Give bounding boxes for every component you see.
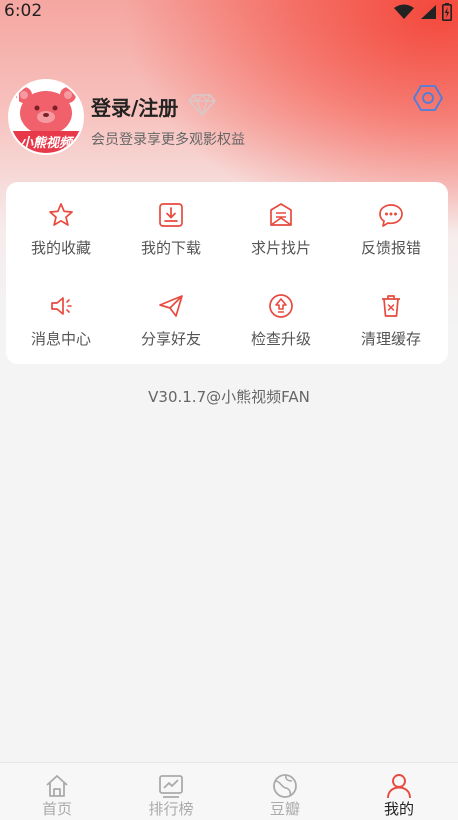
planet-icon bbox=[273, 774, 297, 798]
screen: 6:02 小熊视频 登录/注册 会员登录享更多观影权益 我的收藏 我的下载 求片… bbox=[0, 0, 458, 820]
user-icon bbox=[387, 774, 411, 799]
diamond-icon bbox=[188, 94, 216, 117]
version-text: V30.1.7@小熊视频FAN bbox=[148, 388, 310, 406]
bottom-nav: 首页 排行榜 豆瓣 我的 bbox=[0, 762, 458, 820]
avatar-logo-text: 小熊视频 bbox=[19, 136, 72, 151]
login-register-link[interactable]: 登录/注册 bbox=[91, 92, 178, 121]
nav-label: 排行榜 bbox=[148, 800, 194, 818]
avatar[interactable]: 小熊视频 bbox=[8, 79, 84, 155]
menu-item-favorites[interactable]: 我的收藏 bbox=[6, 202, 116, 282]
settings-icon[interactable] bbox=[413, 85, 443, 111]
menu-label: 我的收藏 bbox=[30, 239, 91, 257]
menu-label: 检查升级 bbox=[250, 330, 311, 348]
chart-icon bbox=[159, 775, 183, 798]
menu-item-share[interactable]: 分享好友 bbox=[116, 293, 226, 373]
share-icon bbox=[159, 295, 183, 317]
battery-icon bbox=[442, 3, 452, 21]
wifi-icon bbox=[394, 4, 414, 19]
menu-label: 分享好友 bbox=[140, 330, 201, 348]
status-time: 6:02 bbox=[4, 1, 43, 21]
nav-label: 豆瓣 bbox=[269, 800, 300, 818]
star-icon bbox=[49, 203, 73, 226]
menu-item-clear-cache[interactable]: 清理缓存 bbox=[336, 293, 446, 373]
request-icon bbox=[270, 203, 292, 226]
signal-icon bbox=[421, 5, 436, 19]
speaker-icon bbox=[51, 297, 72, 315]
home-icon bbox=[46, 775, 68, 797]
nav-item-douban[interactable]: 豆瓣 bbox=[228, 763, 342, 820]
status-bar: 6:02 bbox=[0, 0, 458, 24]
download-icon bbox=[159, 203, 183, 227]
trash-icon bbox=[382, 295, 400, 317]
nav-label: 我的 bbox=[383, 800, 414, 818]
upgrade-icon bbox=[269, 294, 293, 318]
menu-card: 我的收藏 我的下载 求片找片 反馈报错 消息中心 分享好友 检查升级 清理缓存 bbox=[6, 182, 448, 364]
menu-item-request[interactable]: 求片找片 bbox=[226, 202, 336, 282]
menu-label: 求片找片 bbox=[250, 239, 311, 257]
menu-item-messages[interactable]: 消息中心 bbox=[6, 293, 116, 373]
nav-label: 首页 bbox=[41, 800, 72, 818]
menu-label: 反馈报错 bbox=[360, 239, 421, 257]
menu-label: 消息中心 bbox=[30, 330, 91, 348]
menu-item-feedback[interactable]: 反馈报错 bbox=[336, 202, 446, 282]
member-subtitle: 会员登录享更多观影权益 bbox=[91, 132, 245, 148]
menu-label: 清理缓存 bbox=[360, 330, 421, 348]
menu-label: 我的下载 bbox=[140, 239, 201, 257]
nav-item-home[interactable]: 首页 bbox=[0, 763, 114, 820]
menu-item-upgrade[interactable]: 检查升级 bbox=[226, 293, 336, 373]
feedback-icon bbox=[379, 204, 403, 227]
nav-item-mine[interactable]: 我的 bbox=[342, 763, 456, 820]
status-icons bbox=[394, 3, 452, 21]
nav-item-ranking[interactable]: 排行榜 bbox=[114, 763, 228, 820]
menu-item-downloads[interactable]: 我的下载 bbox=[116, 202, 226, 282]
